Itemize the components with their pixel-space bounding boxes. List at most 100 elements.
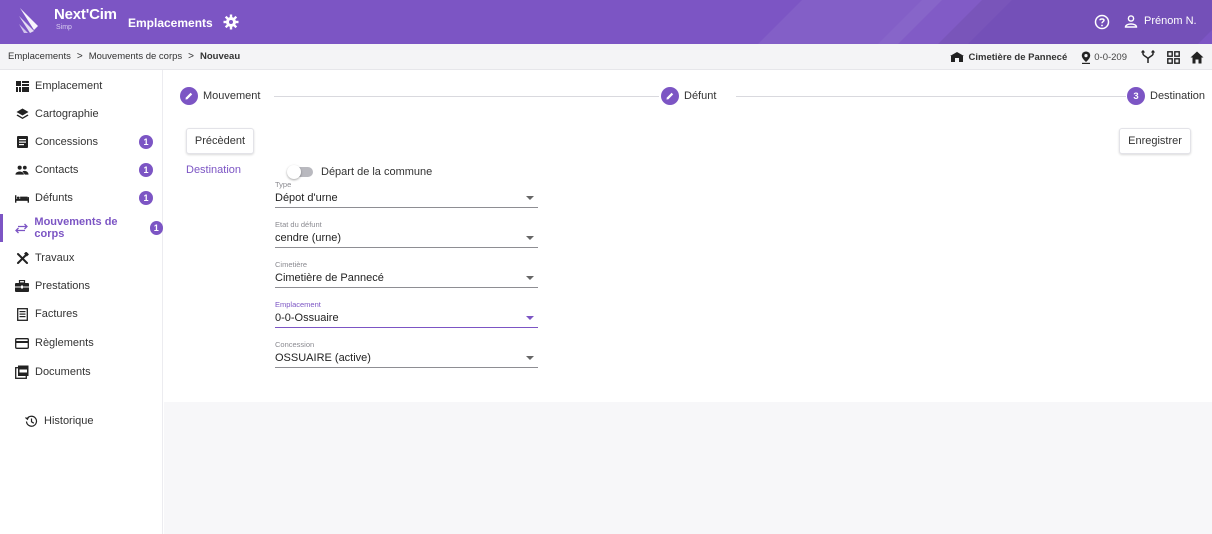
sidebar-item-label: Emplacement (35, 80, 103, 92)
depart-commune-toggle[interactable]: Départ de la commune (287, 165, 432, 179)
bed-icon (15, 191, 29, 205)
step-label: Défunt (684, 90, 717, 102)
sidebar-item-historique[interactable]: Historique (0, 407, 163, 435)
grid-view-icon[interactable] (1167, 50, 1180, 64)
tools-icon (15, 251, 29, 265)
sidebar-item-label: Règlements (35, 337, 94, 349)
save-button[interactable]: Enregistrer (1119, 128, 1191, 154)
grid-icon (15, 79, 29, 93)
user-menu[interactable]: Prénom N. (1124, 14, 1197, 28)
dropdown-arrow-icon (526, 276, 534, 280)
location-pin-icon (1082, 51, 1091, 64)
logo-icon (18, 6, 42, 33)
concession-select[interactable]: Concession OSSUAIRE (active) (275, 340, 538, 368)
main-content: Mouvement Défunt 3 Destination Précèdent… (164, 70, 1212, 534)
card-icon (15, 336, 29, 350)
brand-subtitle: Simp (56, 24, 72, 31)
pencil-icon (180, 87, 198, 105)
sidebar-item-prestations[interactable]: Prestations (0, 272, 163, 300)
step-defunt[interactable]: Défunt (661, 87, 717, 105)
previous-button[interactable]: Précèdent (186, 128, 254, 154)
dropdown-arrow-icon (526, 356, 534, 360)
sidebar-item-label: Contacts (35, 164, 79, 176)
fork-icon[interactable] (1141, 50, 1155, 64)
field-label: Concession (275, 340, 315, 349)
step-label: Destination (1150, 90, 1206, 102)
location-code[interactable]: 0-0-209 (1094, 52, 1127, 63)
dropdown-arrow-icon (526, 316, 534, 320)
field-value: OSSUAIRE (active) (275, 352, 371, 364)
brand[interactable]: Next'Cim Simp (18, 6, 117, 33)
step-mouvement[interactable]: Mouvement (180, 87, 261, 105)
top-bar: Next'Cim Simp Emplacements Prénom N. (0, 0, 1212, 44)
layers-icon (15, 107, 29, 121)
sidebar-item-label: Mouvements de corps (34, 216, 118, 240)
type-select[interactable]: Type Dépot d'urne (275, 180, 538, 208)
document-icon (15, 135, 29, 149)
dropdown-arrow-icon (526, 196, 534, 200)
count-badge: 1 (149, 221, 163, 235)
step-connector (736, 96, 1126, 97)
sidebar-item-label: Documents (35, 366, 91, 378)
help-icon[interactable] (1094, 14, 1110, 30)
cimetiere-select[interactable]: Cimetière Cimetière de Pannecé (275, 260, 538, 288)
form-panel: Mouvement Défunt 3 Destination Précèdent… (164, 70, 1212, 402)
step-connector (274, 96, 659, 97)
field-label: Emplacement (275, 300, 321, 309)
toggle-switch[interactable] (287, 165, 313, 179)
sidebar-item-label: Factures (35, 308, 78, 320)
sidebar-item-defunts[interactable]: Défunts 1 (0, 184, 163, 212)
breadcrumb: Emplacements > Mouvements de corps > Nou… (8, 51, 240, 62)
sidebar-item-label: Prestations (35, 280, 91, 292)
field-value: 0-0-Ossuaire (275, 312, 339, 324)
pdf-icon (15, 365, 29, 379)
step-label: Mouvement (203, 90, 261, 102)
app-title: Emplacements (128, 16, 213, 30)
sidebar-item-emplacement[interactable]: Emplacement (0, 72, 163, 100)
count-badge: 1 (139, 163, 153, 177)
emplacement-select[interactable]: Emplacement 0-0-Ossuaire (275, 300, 538, 328)
breadcrumb-item-current: Nouveau (200, 51, 241, 62)
field-value: Dépot d'urne (275, 192, 338, 204)
sidebar-item-mouvements-de-corps[interactable]: Mouvements de corps 1 (0, 214, 163, 242)
field-value: Cimetière de Pannecé (275, 272, 384, 284)
briefcase-icon (15, 279, 29, 293)
sidebar-item-travaux[interactable]: Travaux (0, 244, 163, 272)
sidebar-item-cartographie[interactable]: Cartographie (0, 100, 163, 128)
context-bar: Cimetière de Pannecé 0-0-209 (949, 44, 1205, 70)
count-badge: 1 (139, 191, 153, 205)
field-value: cendre (urne) (275, 232, 342, 244)
gear-icon[interactable] (223, 14, 239, 30)
sidebar-item-reglements[interactable]: Règlements (0, 329, 163, 357)
step-number: 3 (1127, 87, 1145, 105)
people-icon (15, 163, 29, 177)
dropdown-arrow-icon (526, 236, 534, 240)
sidebar-item-factures[interactable]: Factures (0, 300, 163, 328)
transfer-icon (15, 221, 29, 235)
section-label-destination: Destination (186, 164, 242, 176)
sidebar-item-contacts[interactable]: Contacts 1 (0, 156, 163, 184)
sidebar-item-documents[interactable]: Documents (0, 358, 163, 386)
brand-name: Next'Cim (54, 6, 117, 23)
sidebar-item-concessions[interactable]: Concessions 1 (0, 128, 163, 156)
cemetery-icon (949, 52, 964, 62)
count-badge: 1 (139, 135, 153, 149)
breadcrumb-separator: > (188, 51, 194, 62)
etat-defunt-select[interactable]: Etat du défunt cendre (urne) (275, 220, 538, 248)
sidebar: Emplacement Cartographie Concessions 1 C… (0, 70, 163, 534)
field-label: Type (275, 180, 292, 189)
breadcrumb-bar: Emplacements > Mouvements de corps > Nou… (0, 44, 1212, 70)
step-destination[interactable]: 3 Destination (1127, 87, 1206, 105)
history-icon (24, 414, 38, 428)
field-label: Etat du défunt (275, 220, 322, 229)
sidebar-item-label: Historique (44, 415, 94, 427)
cemetery-name[interactable]: Cimetière de Pannecé (969, 52, 1068, 63)
breadcrumb-item-mouvements[interactable]: Mouvements de corps (89, 51, 182, 62)
stepper: Mouvement Défunt 3 Destination (180, 87, 1206, 105)
breadcrumb-item-emplacements[interactable]: Emplacements (8, 51, 71, 62)
sidebar-item-label: Concessions (35, 136, 98, 148)
sidebar-item-label: Travaux (35, 252, 75, 264)
home-icon[interactable] (1190, 51, 1204, 64)
breadcrumb-separator: > (76, 51, 83, 62)
sidebar-item-label: Défunts (35, 192, 73, 204)
